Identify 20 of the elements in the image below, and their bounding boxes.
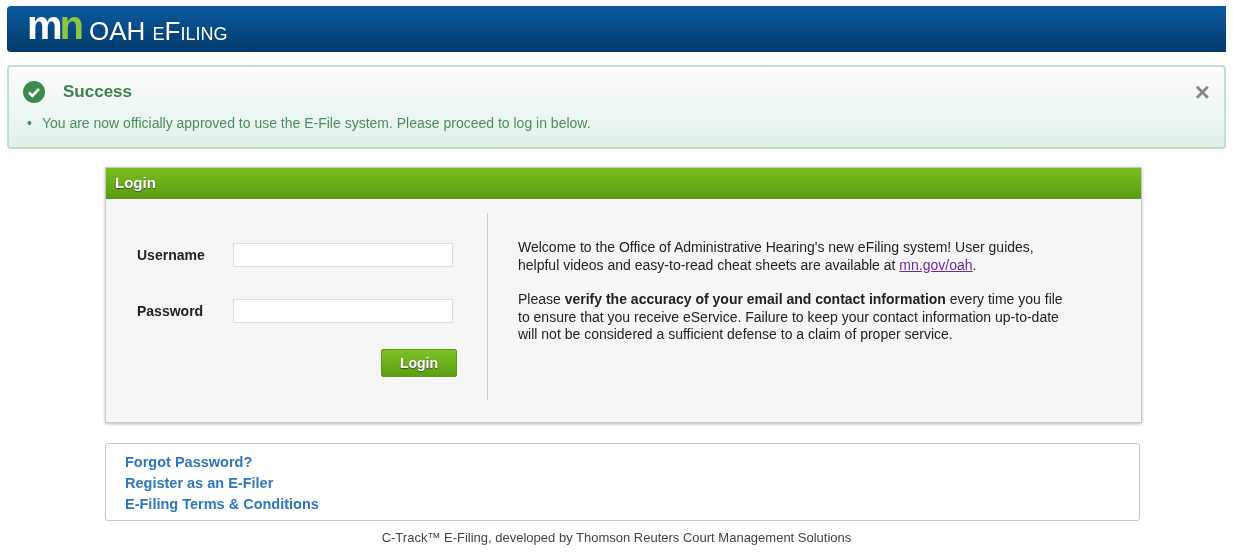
close-button[interactable]: × — [1194, 79, 1210, 105]
link[interactable]: mn.gov/oah — [899, 256, 973, 273]
login-button[interactable]: Login — [380, 349, 457, 377]
input-field[interactable] — [233, 243, 453, 267]
link[interactable]: E-Filing Terms & Conditions — [125, 496, 319, 512]
info-paragraph: Please verify the accuracy of your email and contact information every time you file to ensure that you receive eService. Failure to keep your contact information up-to-date will not be considered a sufficient defense to a claim of proper service. — [518, 291, 1064, 344]
alert-message: You are now officially approved to use the E-File system. Please proceed to log in below. — [41, 115, 591, 131]
site-title: OAH eFiling — [89, 15, 228, 47]
field-label: Username — [137, 247, 206, 263]
info-paragraph: Welcome to the Office of Administrative Hearing's new eFiling system! User guides, helpful videos and easy-to-read cheat sheets are available at mn.gov/oah. — [518, 239, 1035, 274]
logo: mn — [27, 5, 81, 45]
bullet: • — [27, 115, 32, 131]
input-field[interactable] — [233, 299, 453, 323]
link[interactable]: Forgot Password? — [125, 454, 253, 470]
footer-text: C-Track™ E-Filing, developed by Thomson Reuters Court Management Solutions — [380, 530, 853, 545]
panel-title: Login — [115, 174, 156, 191]
alert-title: Success — [63, 82, 132, 102]
check-icon — [23, 81, 45, 103]
link[interactable]: Register as an E-Filer — [125, 475, 274, 491]
field-label: Password — [137, 303, 205, 319]
